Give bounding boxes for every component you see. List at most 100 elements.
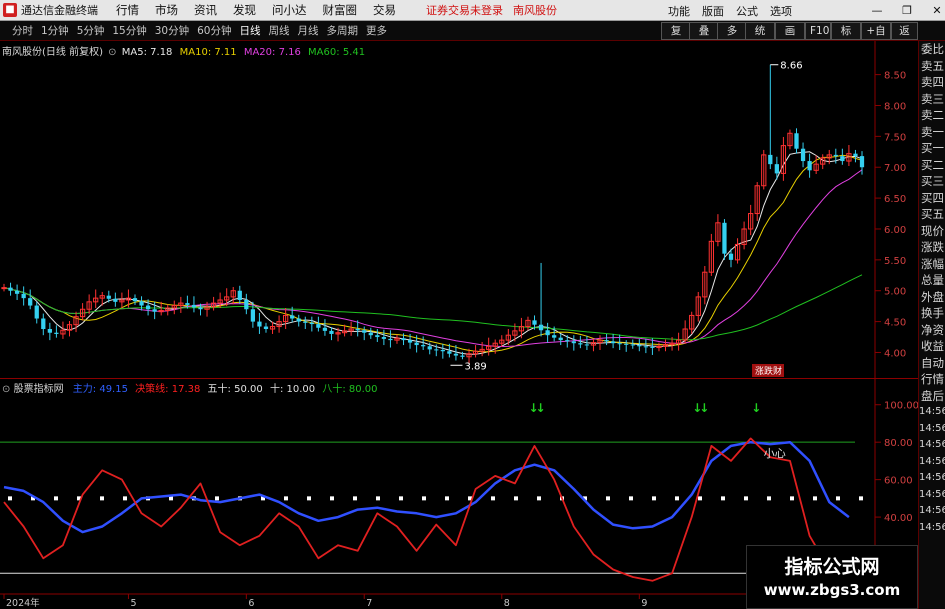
candle-body-down [650,346,655,348]
candle-body-down [794,133,799,149]
candle-body-down [532,320,537,325]
indicator-name[interactable]: 股票指标网 [14,384,64,395]
candle-body-up [1,287,7,290]
period-1min[interactable]: 1分钟 [41,23,69,38]
candle-body-down [578,343,583,345]
candle-body-down [407,340,413,343]
price-tick-label: 6.50 [884,194,906,205]
candle-body-down [132,298,138,302]
candle-body-down [421,345,426,347]
menu-market[interactable]: 市场 [155,2,178,18]
quote-field-9: 买四 [921,190,944,205]
app-logo-icon: ■ [3,3,17,17]
period-60min[interactable]: 60分钟 [197,23,231,38]
quote-field-2: 卖四 [921,75,944,89]
level-50-dot [606,496,610,501]
date-tick-label: 8 [504,598,510,609]
close-icon[interactable]: ✕ [928,4,945,17]
candle-body-down [309,322,314,325]
level-50-dot [859,496,863,501]
back-button[interactable]: 返回 [891,22,918,53]
period-weekly[interactable]: 周线 [269,23,290,38]
candle-body-down [185,303,190,305]
legend-gear-icon[interactable]: ⊙ [108,47,116,58]
overlay-button[interactable]: 叠加 [689,22,719,53]
candle-body-down [584,344,590,346]
candle-body-down [145,305,151,310]
level-50-dot [836,496,840,501]
add-watchlist-button[interactable]: +自选 [861,22,891,53]
level-50-dot [100,496,104,501]
info-tag[interactable]: 涨跌财 [755,365,782,377]
minimize-icon[interactable]: — [868,4,886,17]
candle-body-down [8,287,13,291]
buy-arrow-icon: ↓ [751,401,761,415]
maximize-icon[interactable]: ❐ [898,4,916,17]
caution-note: 小心 [764,447,786,460]
period-multi[interactable]: 多周期 [327,23,359,38]
menu-discover[interactable]: 发现 [233,2,256,18]
site-watermark: 指标公式网 www.zbgs3.com [746,545,918,609]
quote-field-19[interactable]: 自动 [919,355,945,372]
quote-field-8: 买三 [921,174,944,188]
quote-field-16: 换手 [921,306,944,320]
candle-body-down [14,290,20,294]
mark-button[interactable]: 标记 [831,22,861,53]
watermark-url: www.zbgs3.com [763,581,901,599]
level-50-dot [445,496,449,501]
draw-line-button[interactable]: 画线 [775,22,805,53]
period-15min[interactable]: 15分钟 [112,23,146,38]
candle-body-down [21,293,26,299]
candlestick-chart[interactable]: 8.66 3.89 涨跌财 4.00 4.50 5.00 5.50 6.00 6.50 7.… [0,41,918,378]
stats-button[interactable]: 统计 [745,22,775,53]
candle-body-down [316,324,321,328]
candle-body-down [604,340,609,342]
menu-wealth[interactable]: 财富圈 [323,2,358,18]
legend-ma60: MA60: 5.41 [308,47,366,58]
level-50-dot [169,496,173,501]
level-50-dot [813,496,817,501]
candle-body-down [728,253,734,260]
legend-level-80: 八十: 80.00 [322,384,378,395]
quote-field-21[interactable]: 盘后 [919,388,945,405]
period-more[interactable]: 更多 [366,23,387,38]
level-50-dot [698,496,702,501]
quote-field-5: 卖一 [921,124,944,139]
menu-ask[interactable]: 问小达 [272,2,307,18]
candle-body-down [637,345,642,347]
candle-body-down [54,332,59,334]
quote-field-20[interactable]: 行情 [919,371,945,388]
candle-body-down [362,330,367,333]
period-daily[interactable]: 日线 [240,23,261,38]
period-monthly[interactable]: 月线 [298,23,319,38]
candle-body-down [47,329,52,333]
period-5min[interactable]: 5分钟 [77,23,105,38]
candle-body-down [198,307,203,310]
quote-field-4: 卖二 [921,108,944,122]
f10-button[interactable]: F10 [805,22,831,40]
menu-options[interactable]: 选项 [770,3,792,19]
menu-news[interactable]: 资讯 [194,2,217,18]
period-30min[interactable]: 30分钟 [155,23,189,38]
multi-stock-button[interactable]: 多股 [717,22,747,53]
candle-body-down [643,346,648,348]
quote-field-24: 14:56 [919,439,945,450]
date-tick-label: 6 [248,598,254,609]
main-chart-bg [0,41,918,378]
login-status[interactable]: 证券交易未登录 [426,2,503,18]
candle-body-down [113,298,118,302]
menu-trade[interactable]: 交易 [373,2,396,18]
quote-field-25: 14:56 [919,455,945,467]
candle-body-down [237,290,242,300]
candle-body-down [624,343,629,345]
indicator-gear-icon[interactable]: ⊙ [2,384,10,395]
menu-formula[interactable]: 公式 [736,3,758,19]
stock-period-label: 南风股份(日线 前复权) [2,47,103,58]
period-intraday[interactable]: 分时 [12,23,33,38]
menu-quotes[interactable]: 行情 [116,2,139,18]
menu-function[interactable]: 功能 [668,3,690,19]
menu-layout[interactable]: 版面 [702,3,724,19]
adjust-button[interactable]: 复权 [661,22,691,53]
quote-field-15: 外盘 [921,289,944,304]
level-50-dot [652,496,656,501]
